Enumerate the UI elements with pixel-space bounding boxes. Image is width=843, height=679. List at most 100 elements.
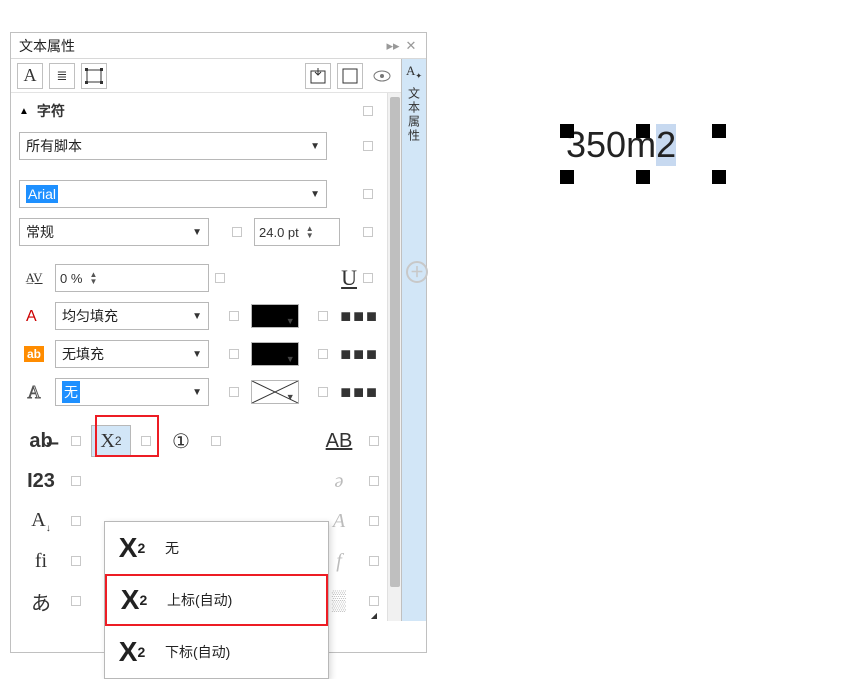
panel-header-icons: ▸▸ ✕ <box>386 39 418 53</box>
bg-fill-more-button[interactable]: ■■■ <box>340 344 379 365</box>
script-dropdown[interactable]: 所有脚本 ▼ <box>19 132 327 160</box>
chevron-down-icon: ▼ <box>192 311 202 322</box>
frame-tool-button[interactable] <box>81 63 107 89</box>
ring-button[interactable]: ə <box>319 465 359 497</box>
popup-item-superscript-auto[interactable]: X2 上标(自动) <box>105 574 328 626</box>
visibility-tool-button[interactable] <box>369 63 395 89</box>
selection-handle[interactable] <box>712 170 726 184</box>
section-header-character[interactable]: ▲ 字符 <box>19 99 379 123</box>
add-tab-button[interactable]: ＋ <box>406 261 428 283</box>
close-icon[interactable]: ✕ <box>404 39 418 53</box>
chevron-down-icon: ▼ <box>192 387 202 398</box>
fx-checkbox[interactable] <box>141 436 151 446</box>
character-tool-button[interactable]: A <box>17 63 43 89</box>
outline-checkbox[interactable] <box>229 387 239 397</box>
underline-checkbox[interactable] <box>363 273 373 283</box>
font-size-checkbox[interactable] <box>363 227 373 237</box>
font-size-input[interactable]: 24.0 pt ▲▼ <box>254 218 340 246</box>
dropcap-button[interactable]: A↓ <box>21 505 61 537</box>
new-page-tool-button[interactable] <box>337 63 363 89</box>
chevron-down-icon: ▼ <box>286 354 295 364</box>
fx-checkbox[interactable] <box>369 556 379 566</box>
text-properties-panel: 文本属性 ▸▸ ✕ A ≣ <box>10 32 427 653</box>
superscript-popup: X2 无 X2 上标(自动) X2 下标(自动) <box>104 521 329 679</box>
fx-checkbox[interactable] <box>211 436 221 446</box>
font-family-dropdown[interactable]: Arial ▼ <box>19 180 327 208</box>
panel-side-tab[interactable]: A✦ 文本属性 <box>401 59 426 621</box>
scrollbar-thumb[interactable] <box>390 97 400 587</box>
paragraph-tool-button[interactable]: ≣ <box>49 63 75 89</box>
fx-checkbox[interactable] <box>71 436 81 446</box>
spin-down-icon[interactable]: ▼ <box>86 278 100 285</box>
fill-color-swatch[interactable]: ▼ <box>251 304 299 328</box>
bg-fill-color-swatch[interactable]: ▼ <box>251 342 299 366</box>
fill-more-button[interactable]: ■■■ <box>340 306 379 327</box>
import-tool-button[interactable] <box>305 63 331 89</box>
font-size-value: 24.0 pt <box>259 225 299 240</box>
panel-header: 文本属性 ▸▸ ✕ <box>11 33 426 59</box>
spin-down-icon[interactable]: ▼ <box>303 232 317 239</box>
fx-checkbox[interactable] <box>369 516 379 526</box>
fill-type-dropdown[interactable]: 均匀填充 ▼ <box>55 302 209 330</box>
font-style-checkbox[interactable] <box>232 227 242 237</box>
fx-checkbox[interactable] <box>369 476 379 486</box>
selection-handle[interactable] <box>636 170 650 184</box>
collapse-icon[interactable]: ▸▸ <box>386 39 400 53</box>
chevron-down-icon: ▼ <box>192 349 202 360</box>
font-family-checkbox[interactable] <box>363 189 373 199</box>
fx-checkbox[interactable] <box>369 436 379 446</box>
selection-handle[interactable] <box>636 124 650 138</box>
outline-dropdown[interactable]: 无 ▼ <box>55 378 209 406</box>
bg-fill-type-checkbox[interactable] <box>229 349 239 359</box>
superscript-button[interactable]: X2◢ <box>91 425 131 457</box>
font-style-dropdown[interactable]: 常规 ▼ <box>19 218 209 246</box>
allcaps-button[interactable]: AB <box>319 425 359 457</box>
side-tab-label: 文本属性 <box>406 87 423 143</box>
fx-checkbox[interactable] <box>71 516 81 526</box>
kerning-icon: A̲V <box>19 265 49 291</box>
fx-checkbox[interactable] <box>369 596 379 606</box>
underline-button[interactable]: U <box>341 265 357 291</box>
strikethrough-button[interactable]: ab̶ <box>21 425 61 457</box>
canvas-text-object[interactable]: 350m2 <box>566 124 676 166</box>
chevron-down-icon: ▼ <box>286 316 295 326</box>
kerning-input[interactable]: 0 % ▲▼ <box>55 264 209 292</box>
kerning-checkbox[interactable] <box>215 273 225 283</box>
selection-handle[interactable] <box>560 170 574 184</box>
chevron-down-icon: ▼ <box>310 189 320 200</box>
canvas-text-selected: 2 <box>656 124 676 166</box>
bg-fill-type-dropdown[interactable]: 无填充 ▼ <box>55 340 209 368</box>
ruby-button[interactable]: あ <box>21 585 61 617</box>
outline-swatch[interactable]: ▼ <box>251 380 299 404</box>
script-value: 所有脚本 <box>26 136 82 156</box>
popup-item-none[interactable]: X2 无 <box>105 522 328 574</box>
popup-icon-sup: X2 <box>105 524 159 572</box>
collapse-triangle-icon: ▲ <box>19 106 29 117</box>
background-fill-icon: ab <box>19 341 49 367</box>
fill-icon: A <box>19 303 49 329</box>
text-properties-tab-icon: A✦ <box>405 63 423 81</box>
script-checkbox[interactable] <box>363 141 373 151</box>
fill-type-checkbox[interactable] <box>229 311 239 321</box>
outline-swatch-checkbox[interactable] <box>318 387 328 397</box>
panel-scrollbar[interactable] <box>387 93 401 621</box>
bg-fill-color-checkbox[interactable] <box>318 349 328 359</box>
selection-handle[interactable] <box>560 124 574 138</box>
fill-type-value: 均匀填充 <box>62 306 118 326</box>
outline-value: 无 <box>62 381 80 403</box>
section-checkbox[interactable] <box>363 106 373 116</box>
circled-button[interactable]: ① <box>161 425 201 457</box>
outline-more-button[interactable]: ■■■ <box>340 382 379 403</box>
fx-checkbox[interactable] <box>71 476 81 486</box>
chevron-down-icon: ▼ <box>286 392 295 402</box>
fx-checkbox[interactable] <box>71 556 81 566</box>
popup-label: 上标(自动) <box>167 590 232 610</box>
chevron-down-icon: ▼ <box>192 227 202 238</box>
numeric-button[interactable]: I23 <box>21 465 61 497</box>
fx-checkbox[interactable] <box>71 596 81 606</box>
selection-handle[interactable] <box>712 124 726 138</box>
kerning-value: 0 % <box>60 271 82 286</box>
popup-item-subscript-auto[interactable]: X2 下标(自动) <box>105 626 328 678</box>
fill-color-checkbox[interactable] <box>318 311 328 321</box>
ligature-button[interactable]: fi <box>21 545 61 577</box>
